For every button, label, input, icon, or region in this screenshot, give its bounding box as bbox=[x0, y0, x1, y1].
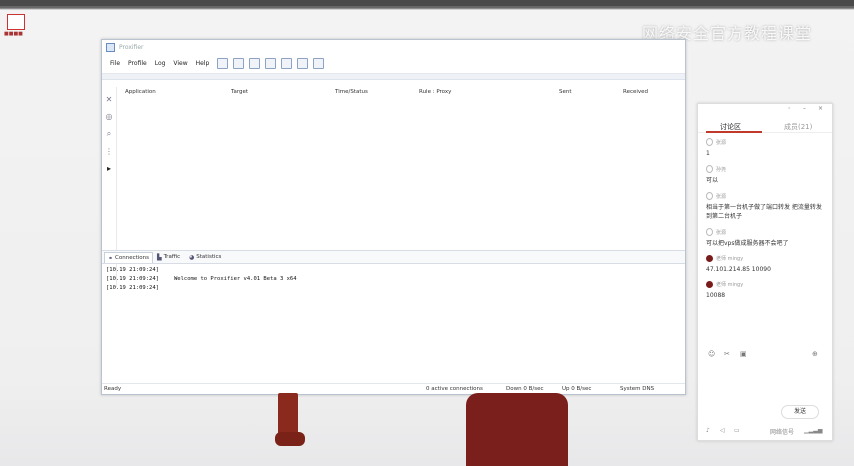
col-received[interactable]: Received bbox=[623, 89, 648, 95]
connections-icon: ⚭ bbox=[108, 254, 114, 262]
list-item: 张源 1 bbox=[706, 138, 727, 157]
col-time-status[interactable]: Time/Status bbox=[335, 89, 368, 95]
message-list: 张源 1 孙尧 可以 张源 相当于第一台机子做了端口转发 把流量转发到第二台机子… bbox=[706, 138, 826, 307]
list-item: 张源 相当于第一台机子做了端口转发 把流量转发到第二台机子 bbox=[706, 192, 822, 220]
menu-help[interactable]: Help bbox=[196, 60, 210, 67]
signal-bars-icon: ▁▂▃▅ bbox=[804, 427, 823, 434]
log-row: [10.19 21:09:24] bbox=[106, 267, 159, 273]
list-item: 老师 mingy 47.101.214.85 10090 bbox=[706, 255, 771, 273]
desktop-shortcut-icon[interactable]: ■■■■ bbox=[4, 14, 26, 37]
search-icon[interactable]: ⌕ bbox=[102, 129, 116, 139]
network-signal-label: 网络信号 bbox=[770, 429, 795, 436]
status-bar: Ready 0 active connections Down 0 B/sec … bbox=[102, 383, 685, 394]
toolbar-refresh-icon[interactable] bbox=[265, 58, 277, 69]
chat-toolbar: ☺ ✂ ▣ ⊕ bbox=[708, 350, 823, 360]
background-figure-legs bbox=[278, 393, 298, 435]
scissors-icon[interactable]: ✂ bbox=[724, 350, 730, 358]
proxifier-window: Proxifier File Profile Log View Help ✕ ◎… bbox=[101, 39, 686, 395]
toolbar-settings-icon[interactable] bbox=[313, 58, 325, 69]
status-dns: System DNS bbox=[620, 386, 655, 392]
col-sent[interactable]: Sent bbox=[559, 89, 572, 95]
desktop-top-strip bbox=[0, 0, 854, 6]
panel-tabs: 讨论区 成员(21) bbox=[698, 118, 832, 133]
traffic-icon: ▙ bbox=[157, 253, 162, 261]
status-up: Up 0 B/sec bbox=[562, 386, 592, 392]
microphone-icon[interactable]: ♪ bbox=[706, 427, 710, 434]
avatar bbox=[706, 138, 713, 146]
toolbar-proxy-icon[interactable] bbox=[233, 58, 245, 69]
status-down: Down 0 B/sec bbox=[506, 386, 544, 392]
send-button[interactable]: 发送 bbox=[781, 405, 819, 419]
title-bar[interactable]: Proxifier bbox=[102, 40, 685, 54]
background-figure-body bbox=[466, 393, 568, 466]
toolbar-profile-icon[interactable] bbox=[217, 58, 229, 69]
panel-bottom-bar: ♪ ◁ ▭ 网络信号 ▁▂▃▅ bbox=[706, 427, 826, 437]
menu-bar: File Profile Log View Help bbox=[102, 54, 685, 74]
discussion-panel: ◦ – × 讨论区 成员(21) 张源 1 孙尧 可以 张源 相当于第一台机子做… bbox=[697, 103, 833, 441]
col-target[interactable]: Target bbox=[231, 89, 248, 95]
active-tab-indicator bbox=[706, 131, 762, 133]
menu-log[interactable]: Log bbox=[155, 60, 166, 67]
list-item: 老师 mingy 10088 bbox=[706, 281, 744, 299]
menu-view[interactable]: View bbox=[173, 60, 187, 67]
speaker-icon[interactable]: ◁ bbox=[720, 427, 725, 434]
toolbar-rules-icon[interactable] bbox=[249, 58, 261, 69]
avatar bbox=[706, 228, 713, 236]
app-icon bbox=[106, 42, 115, 52]
toolbar-separator bbox=[102, 74, 685, 80]
avatar bbox=[706, 192, 713, 200]
background-figure-shoe bbox=[275, 432, 305, 446]
avatar bbox=[706, 281, 713, 288]
expand-arrow-icon[interactable]: ▸ bbox=[102, 164, 116, 173]
emoji-icon[interactable]: ☺ bbox=[708, 350, 715, 358]
toolbar-view-icon[interactable] bbox=[281, 58, 293, 69]
avatar bbox=[706, 255, 713, 262]
filter-icon[interactable]: ◎ bbox=[102, 112, 116, 121]
connections-table-header: Application Target Time/Status Rule : Pr… bbox=[117, 87, 685, 98]
log-row: [10.19 21:09:24] Welcome to Proxifier v4.… bbox=[106, 276, 297, 282]
col-rule-proxy[interactable]: Rule : Proxy bbox=[419, 89, 451, 95]
tab-traffic[interactable]: ▙ Traffic bbox=[154, 252, 183, 262]
window-title: Proxifier bbox=[119, 43, 144, 51]
bottom-tabs: ⚭ Connections ▙ Traffic ◕ Statistics bbox=[102, 250, 685, 264]
status-ready: Ready bbox=[104, 386, 122, 392]
status-connections: 0 active connections bbox=[426, 386, 483, 392]
add-icon[interactable]: ⊕ bbox=[812, 350, 818, 358]
tab-members[interactable]: 成员(21) bbox=[784, 122, 812, 132]
image-icon[interactable]: ▣ bbox=[740, 350, 747, 358]
log-panel: [10.19 21:09:24] [10.19 21:09:24] Welcome… bbox=[106, 266, 297, 293]
list-item: 张源 可以把vps做成服务器不会吧了 bbox=[706, 228, 789, 247]
tab-connections[interactable]: ⚭ Connections bbox=[104, 252, 154, 263]
avatar bbox=[706, 165, 713, 173]
log-row: [10.19 21:09:24] bbox=[106, 285, 159, 291]
tab-statistics[interactable]: ◕ Statistics bbox=[186, 252, 224, 262]
col-application[interactable]: Application bbox=[125, 89, 156, 95]
camera-icon[interactable]: ▭ bbox=[734, 427, 740, 434]
close-connection-icon[interactable]: ✕ bbox=[102, 95, 116, 104]
menu-profile[interactable]: Profile bbox=[128, 60, 147, 67]
statistics-icon: ◕ bbox=[189, 253, 195, 261]
panel-window-controls[interactable]: ◦ – × bbox=[788, 105, 828, 112]
menu-file[interactable]: File bbox=[110, 60, 120, 67]
grid-icon[interactable]: ⋮ bbox=[102, 147, 116, 156]
toolbar-chart-icon[interactable] bbox=[297, 58, 309, 69]
list-item: 孙尧 可以 bbox=[706, 165, 727, 184]
